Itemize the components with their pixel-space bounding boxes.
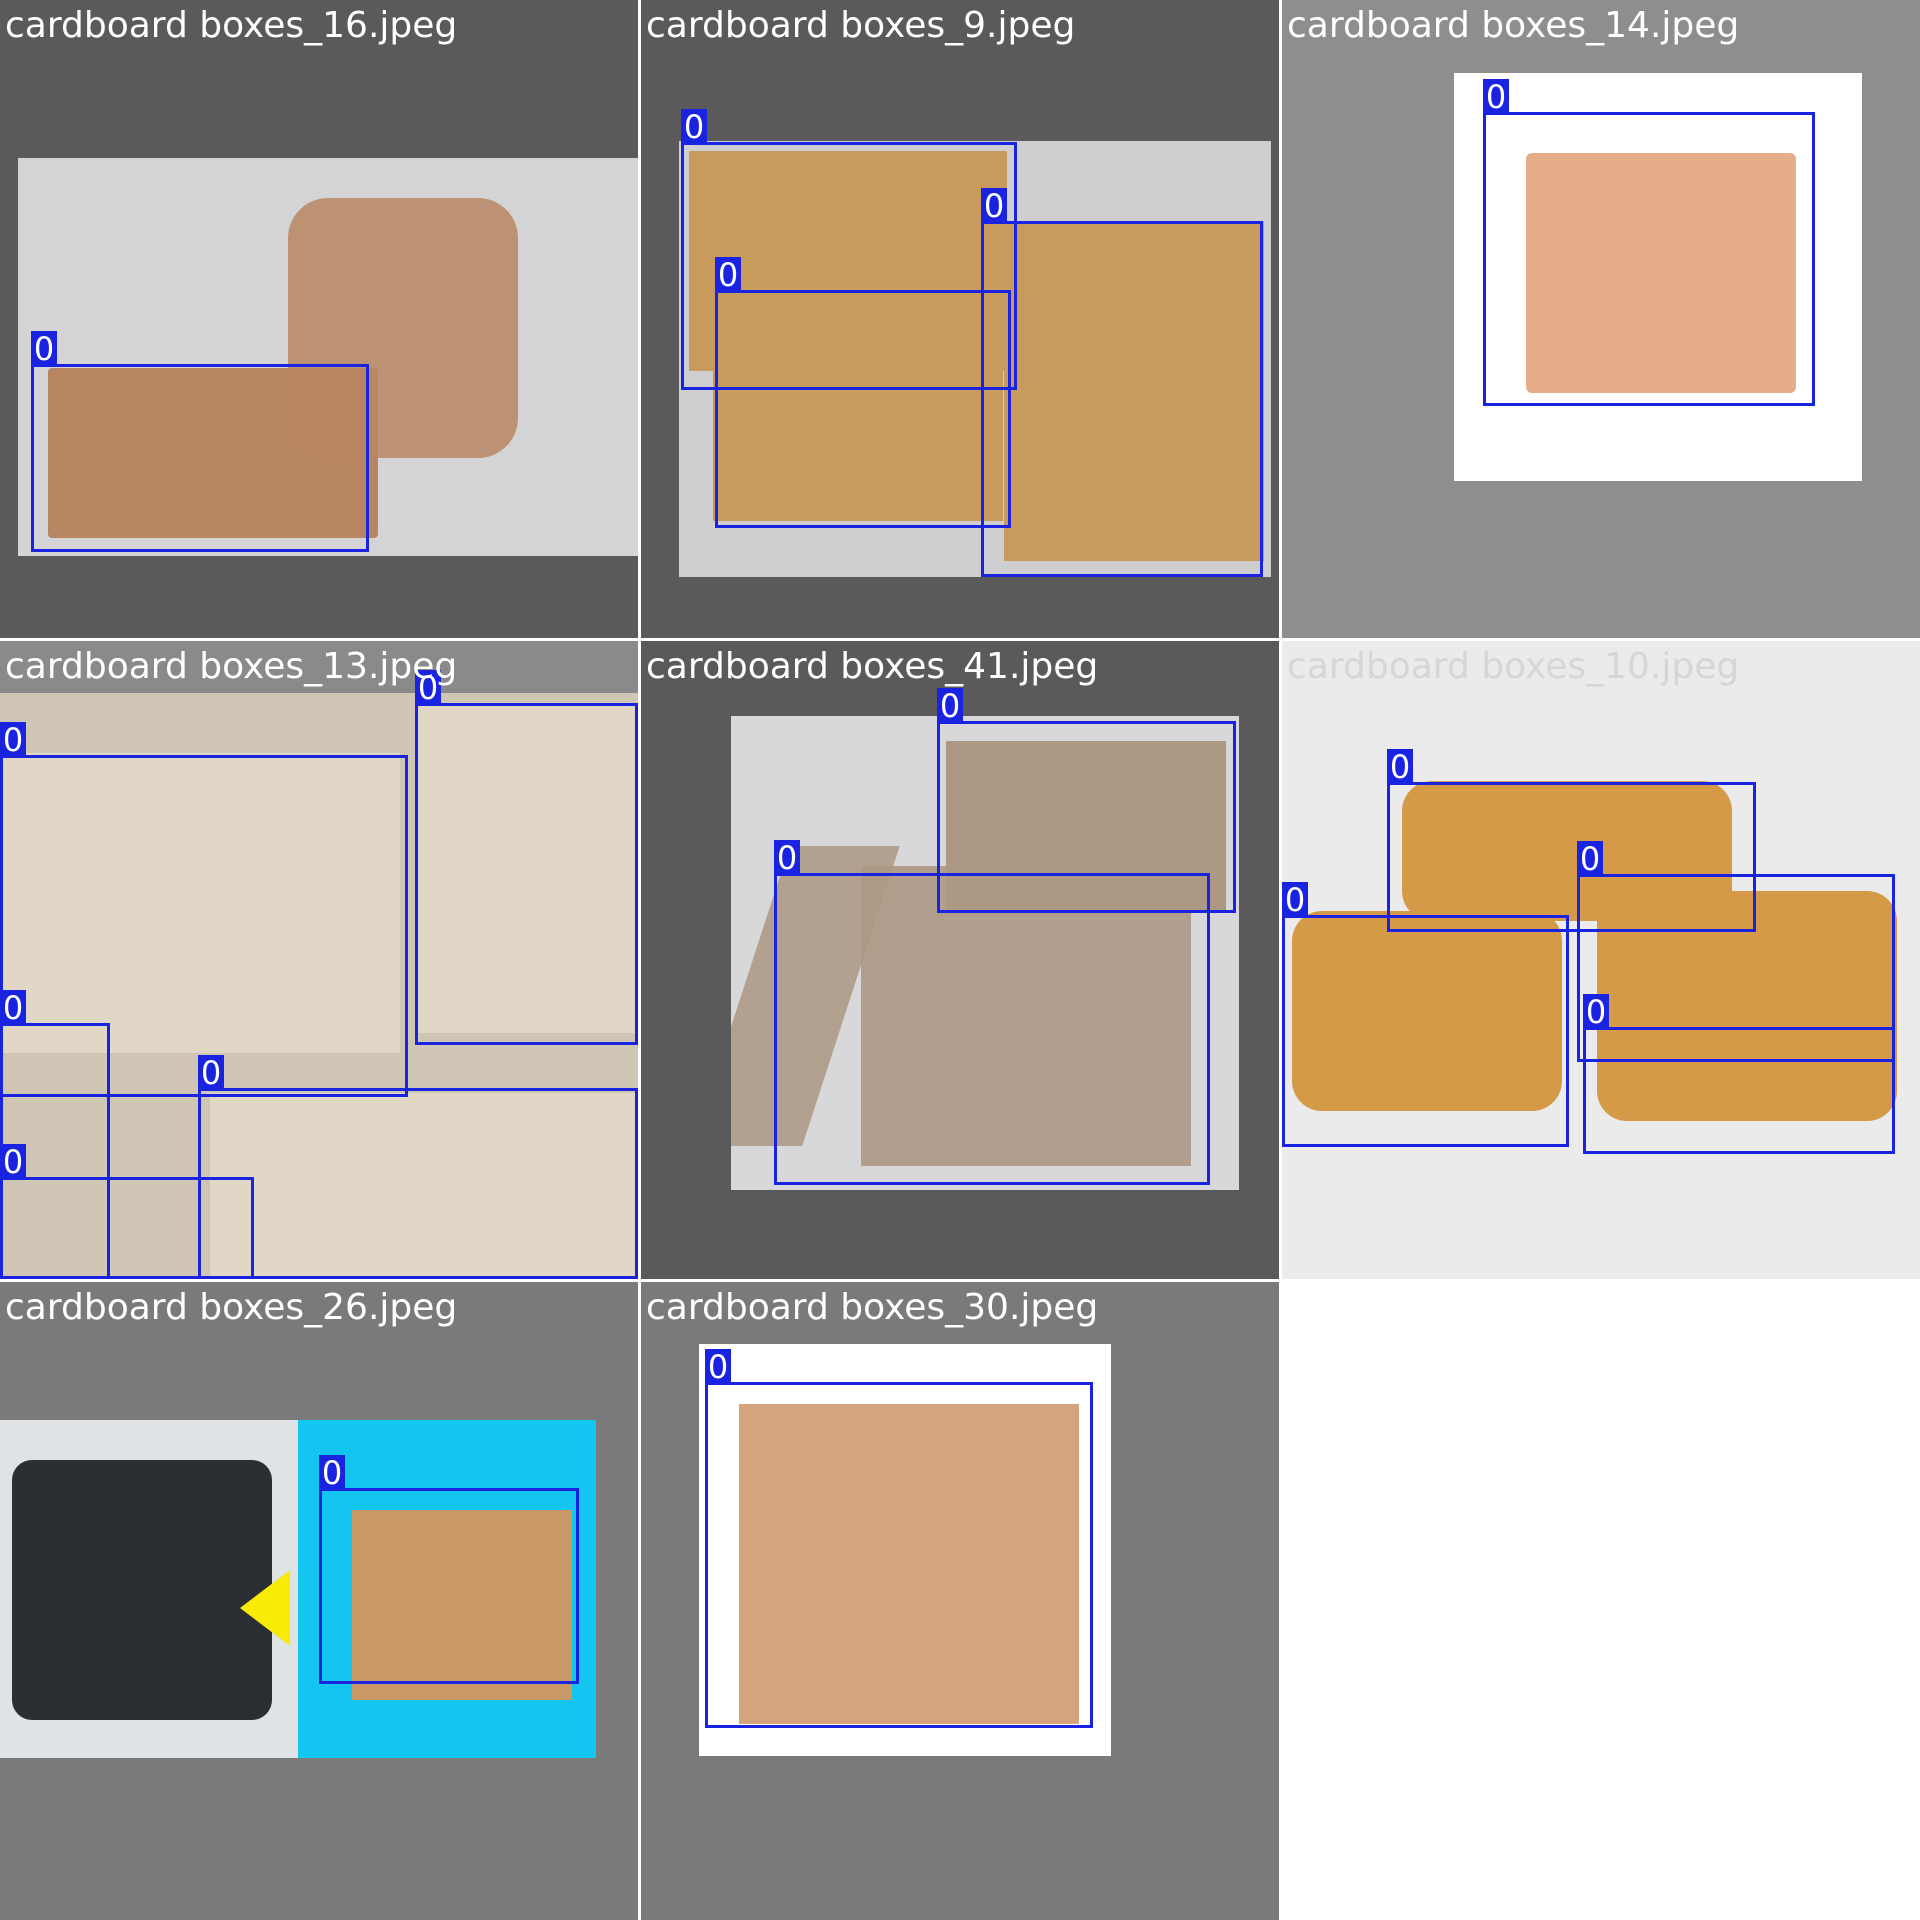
bounding-box[interactable]: 0	[415, 670, 638, 1045]
image-tile[interactable]: cardboard boxes_9.jpeg 0 0 0	[641, 0, 1279, 638]
bounding-box[interactable]: 0	[1583, 994, 1895, 1154]
class-label: 0	[681, 109, 707, 145]
image-tile[interactable]: cardboard boxes_13.jpeg 0 0 0 0 0	[0, 641, 638, 1279]
class-label: 0	[937, 688, 963, 724]
detection-grid: cardboard boxes_16.jpeg 0 cardboard boxe…	[0, 0, 1920, 1920]
class-label: 0	[715, 257, 741, 293]
class-label: 0	[1483, 79, 1509, 115]
bounding-box[interactable]: 0	[774, 840, 1210, 1185]
bounding-box[interactable]: 0	[198, 1055, 638, 1279]
bounding-box[interactable]: 0	[981, 188, 1263, 577]
class-label: 0	[705, 1349, 731, 1385]
class-label: 0	[774, 840, 800, 876]
bounding-box[interactable]: 0	[319, 1455, 579, 1684]
image-filename: cardboard boxes_13.jpeg	[5, 646, 458, 687]
image-filename: cardboard boxes_10.jpeg	[1287, 646, 1740, 687]
bounding-box[interactable]: 0	[715, 257, 1011, 528]
class-label: 0	[1577, 841, 1603, 877]
class-label: 0	[0, 1144, 26, 1180]
image-tile[interactable]: cardboard boxes_26.jpeg 0	[0, 1282, 638, 1920]
class-label: 0	[981, 188, 1007, 224]
bounding-box[interactable]: 0	[1282, 882, 1569, 1147]
image-filename: cardboard boxes_16.jpeg	[5, 5, 458, 46]
arrow-icon	[240, 1570, 290, 1646]
image-tile[interactable]: cardboard boxes_41.jpeg 0 0	[641, 641, 1279, 1279]
image-filename: cardboard boxes_9.jpeg	[646, 5, 1076, 46]
bounding-box[interactable]: 0	[1483, 79, 1815, 406]
bounding-box[interactable]: 0	[705, 1349, 1093, 1728]
class-label: 0	[1387, 749, 1413, 785]
image-filename: cardboard boxes_14.jpeg	[1287, 5, 1740, 46]
class-label: 0	[1583, 994, 1609, 1030]
class-label: 0	[1282, 882, 1308, 918]
class-label: 0	[0, 722, 26, 758]
bounding-box[interactable]: 0	[31, 331, 369, 552]
class-label: 0	[31, 331, 57, 367]
class-label: 0	[319, 1455, 345, 1491]
class-label: 0	[198, 1055, 224, 1091]
image-tile[interactable]: cardboard boxes_30.jpeg 0	[641, 1282, 1279, 1920]
class-label: 0	[0, 990, 26, 1026]
image-tile[interactable]: cardboard boxes_10.jpeg 0 0 0 0	[1282, 641, 1920, 1279]
image-filename: cardboard boxes_26.jpeg	[5, 1287, 458, 1328]
bounding-box[interactable]: 0	[0, 1144, 254, 1279]
shoe-rack-shape	[12, 1460, 272, 1720]
image-filename: cardboard boxes_41.jpeg	[646, 646, 1099, 687]
image-filename: cardboard boxes_30.jpeg	[646, 1287, 1099, 1328]
image-tile[interactable]: cardboard boxes_14.jpeg 0	[1282, 0, 1920, 638]
image-tile[interactable]: cardboard boxes_16.jpeg 0	[0, 0, 638, 638]
